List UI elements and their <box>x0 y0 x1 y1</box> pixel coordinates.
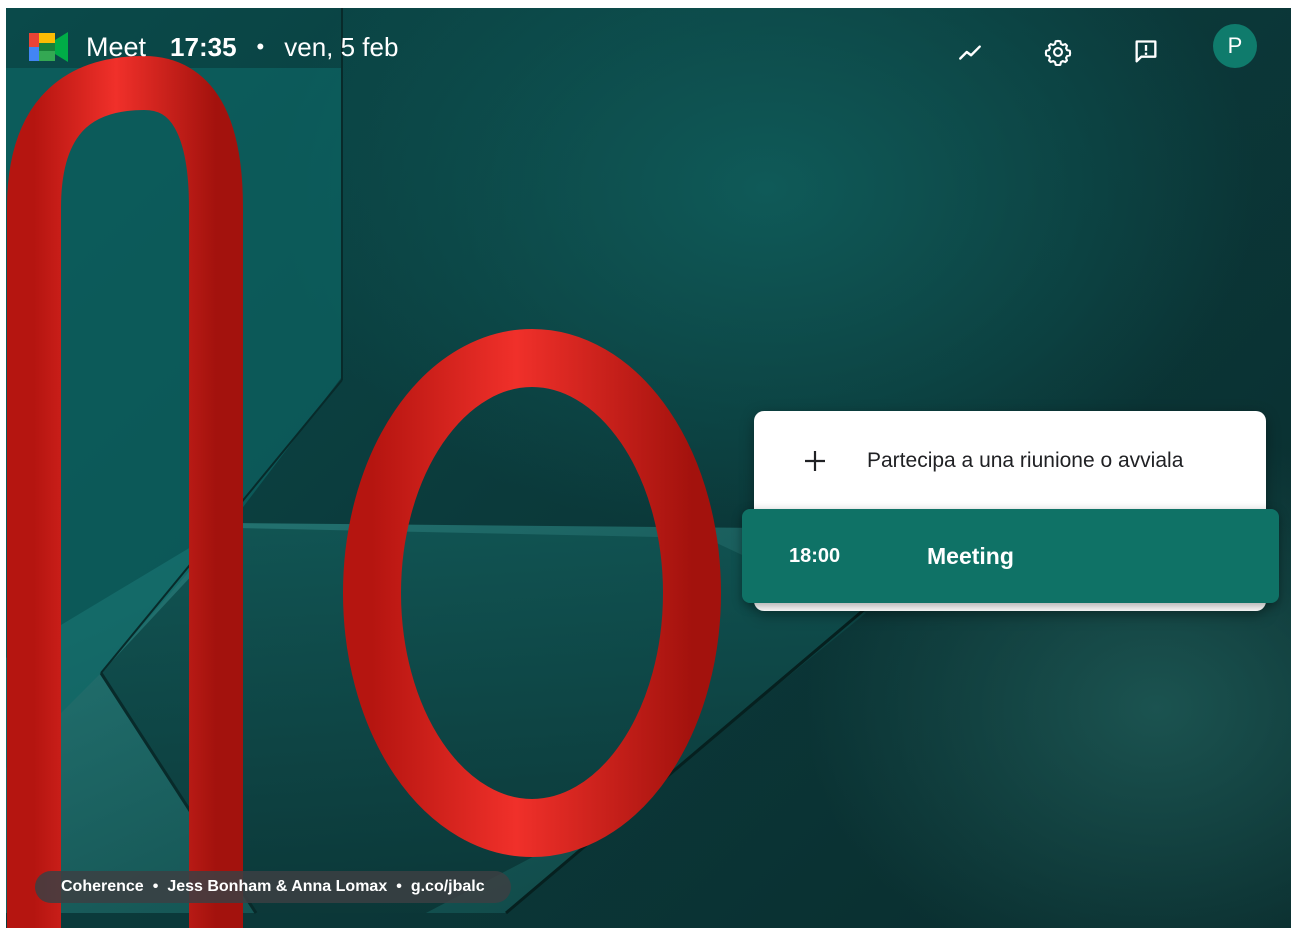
join-or-start-label: Partecipa a una riunione o avviala <box>867 449 1184 472</box>
artwork-title: Coherence <box>61 878 144 895</box>
time-date-separator: • <box>256 34 265 59</box>
credit-separator: • <box>396 878 402 895</box>
current-time: 17:35 <box>170 31 237 62</box>
meeting-time: 18:00 <box>789 544 841 567</box>
scheduled-meeting-item[interactable]: 18:00 Meeting <box>742 509 1279 603</box>
activity-icon <box>959 45 981 60</box>
top-bar: Meet 17:35 • ven, 5 feb P <box>6 8 1291 88</box>
app-name: Meet <box>86 31 147 62</box>
settings-icon <box>1044 39 1072 66</box>
meet-logo-icon <box>29 32 68 62</box>
plus-icon <box>805 451 825 471</box>
artwork-credit[interactable]: Coherence • Jess Bonham & Anna Lomax • g… <box>35 871 511 903</box>
join-or-start-meeting-button[interactable]: Partecipa a una riunione o avviala <box>754 411 1266 511</box>
meet-home-screen: Meet 17:35 • ven, 5 feb P Partecipa a un… <box>6 8 1291 928</box>
current-date: ven, 5 feb <box>284 31 399 62</box>
feedback-icon <box>1135 40 1157 63</box>
account-avatar[interactable]: P <box>1213 24 1257 68</box>
artwork-link[interactable]: g.co/jbalc <box>411 878 485 896</box>
brand-area: Meet 17:35 • ven, 5 feb <box>28 28 398 66</box>
credit-separator: • <box>152 878 159 895</box>
activity-button[interactable] <box>948 30 992 74</box>
feedback-button[interactable] <box>1124 30 1168 74</box>
artwork-artists: Jess Bonham & Anna Lomax <box>167 878 388 895</box>
meeting-title: Meeting <box>927 542 1014 569</box>
settings-button[interactable] <box>1036 30 1080 74</box>
